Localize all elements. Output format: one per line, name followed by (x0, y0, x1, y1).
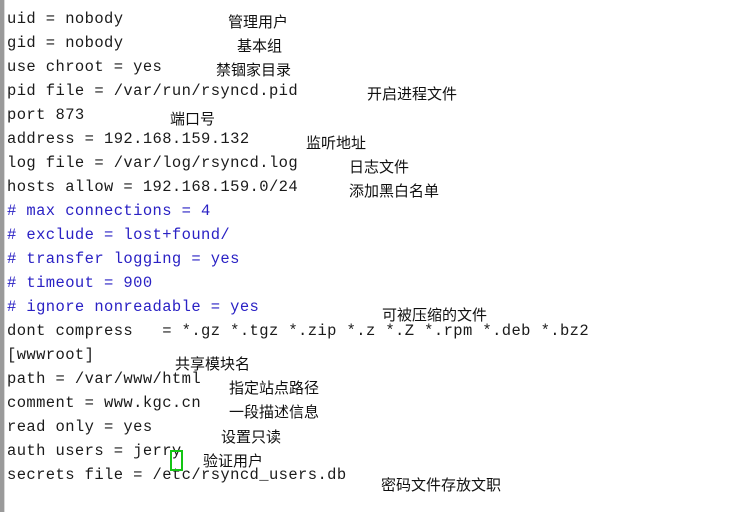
annotation-label: 端口号 (170, 110, 216, 128)
code-line[interactable]: read only = yes (7, 415, 727, 439)
code-line[interactable]: # transfer logging = yes (7, 247, 727, 271)
editor-window: uid = nobody gid = nobody use chroot = yes… (0, 0, 732, 512)
code-line[interactable]: # ignore nonreadable = yes (7, 295, 727, 319)
editor-left-gutter-border (0, 0, 5, 512)
code-line[interactable]: secrets file = /etc/rsyncd_users.db (7, 463, 727, 487)
annotation-label: 指定站点路径 (229, 379, 320, 397)
annotation-label: 管理用户 (228, 13, 289, 31)
text-cursor (170, 450, 183, 471)
code-line[interactable]: auth users = jerry (7, 439, 727, 463)
annotation-label: 基本组 (237, 37, 283, 55)
annotation-label: 日志文件 (349, 158, 410, 176)
code-line[interactable]: address = 192.168.159.132 (7, 127, 727, 151)
annotation-label: 开启进程文件 (367, 85, 458, 103)
code-line[interactable]: # max connections = 4 (7, 199, 727, 223)
code-line[interactable]: # exclude = lost+found/ (7, 223, 727, 247)
annotation-label: 密码文件存放文职 (381, 476, 502, 494)
annotation-label: 监听地址 (306, 134, 367, 152)
code-line[interactable]: path = /var/www/html (7, 367, 727, 391)
code-line[interactable]: gid = nobody (7, 31, 727, 55)
config-file-content[interactable]: uid = nobody gid = nobody use chroot = yes… (7, 7, 727, 487)
annotation-label: 添加黑白名单 (349, 182, 440, 200)
annotation-label: 可被压缩的文件 (382, 306, 488, 324)
code-line[interactable]: use chroot = yes (7, 55, 727, 79)
code-line[interactable]: uid = nobody (7, 7, 727, 31)
code-line[interactable]: [wwwroot] (7, 343, 727, 367)
code-line[interactable]: port 873 (7, 103, 727, 127)
code-line[interactable]: # timeout = 900 (7, 271, 727, 295)
annotation-label: 共享模块名 (175, 355, 251, 373)
annotation-label: 一段描述信息 (229, 403, 320, 421)
annotation-label: 设置只读 (221, 428, 282, 446)
annotation-label: 禁锢家目录 (216, 61, 292, 79)
code-line[interactable]: dont compress = *.gz *.tgz *.zip *.z *.Z… (7, 319, 727, 343)
code-line[interactable]: comment = www.kgc.cn (7, 391, 727, 415)
annotation-label: 验证用户 (203, 452, 264, 470)
